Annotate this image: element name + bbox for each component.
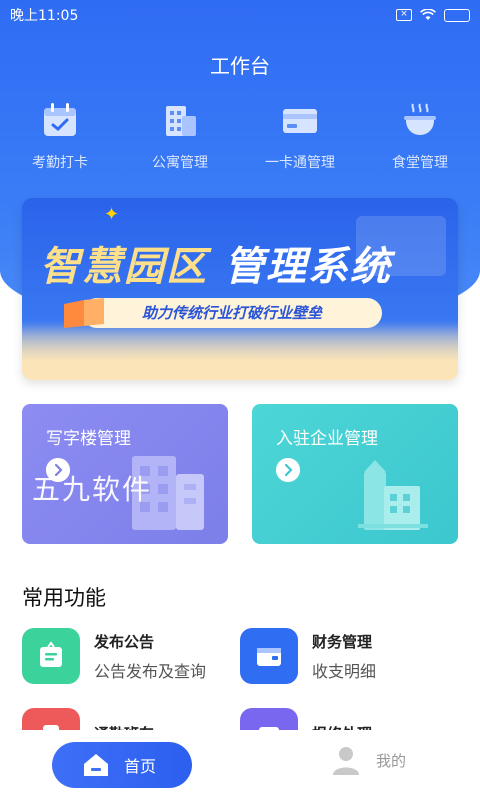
card-icon [283,109,317,133]
bottom-tab-bar: 首页 我的 [0,730,480,800]
tenant-company-card[interactable]: 入驻企业管理 [252,404,458,544]
banner-title-part2: 管理系统 [223,244,392,290]
no-sim-icon: × [396,9,412,21]
page-title: 工作台 [210,54,270,78]
arrow-right-icon [276,458,300,482]
status-time: 晚上11:05 [10,8,79,24]
announcement-icon [22,628,80,684]
tab-home[interactable]: 首页 [52,742,192,788]
wallet-icon [240,628,298,684]
function-announcement[interactable]: 发布公告 公告发布及查询 [22,626,242,686]
quick-actions: 考勤打卡 公寓管理 一卡通管理 食堂管理 [0,100,480,172]
function-desc: 收支明细 [312,661,377,681]
function-title: 发布公告 [94,632,155,651]
function-finance[interactable]: 财务管理 收支明细 [240,626,460,686]
quick-apartment[interactable]: 公寓管理 [120,100,240,172]
bowl-icon [404,103,436,135]
city-buildings-icon [358,460,428,530]
tab-me[interactable]: 我的 [330,744,406,776]
quick-canteen[interactable]: 食堂管理 [360,100,480,172]
status-bar: 晚上11:05 × [0,0,480,30]
banner-title-part1: 智慧园区 [40,244,208,290]
quick-card-label: 一卡通管理 [265,155,335,171]
calendar-check-icon [44,103,76,136]
quick-attendance-label: 考勤打卡 [32,155,88,171]
office-building-card-title: 写字楼管理 [46,429,131,449]
banner-subtitle: 助力传统行业打破行业壁垒 [82,298,382,328]
home-icon [84,754,108,776]
quick-card[interactable]: 一卡通管理 [240,100,360,172]
section-title: 常用功能 [22,586,106,610]
quick-canteen-label: 食堂管理 [392,155,448,171]
tab-me-label: 我的 [376,751,407,770]
building-icon [166,106,196,136]
quick-apartment-label: 公寓管理 [152,155,208,171]
book-icon [64,298,104,328]
battery-icon [444,8,470,22]
quick-attendance[interactable]: 考勤打卡 [0,100,120,172]
function-title: 财务管理 [312,632,373,651]
watermark-text: 五九软件 [32,473,153,506]
promo-banner[interactable]: ✦ 智慧园区 管理系统 助力传统行业打破行业壁垒 [22,198,458,380]
user-icon [333,747,359,775]
function-desc: 公告发布及查询 [94,661,207,681]
banner-title: 智慧园区 管理系统 [40,234,392,292]
wifi-icon [420,9,436,20]
tab-home-label: 首页 [124,757,157,776]
star-icon: ✦ [104,204,120,225]
tenant-company-card-title: 入驻企业管理 [276,429,378,449]
